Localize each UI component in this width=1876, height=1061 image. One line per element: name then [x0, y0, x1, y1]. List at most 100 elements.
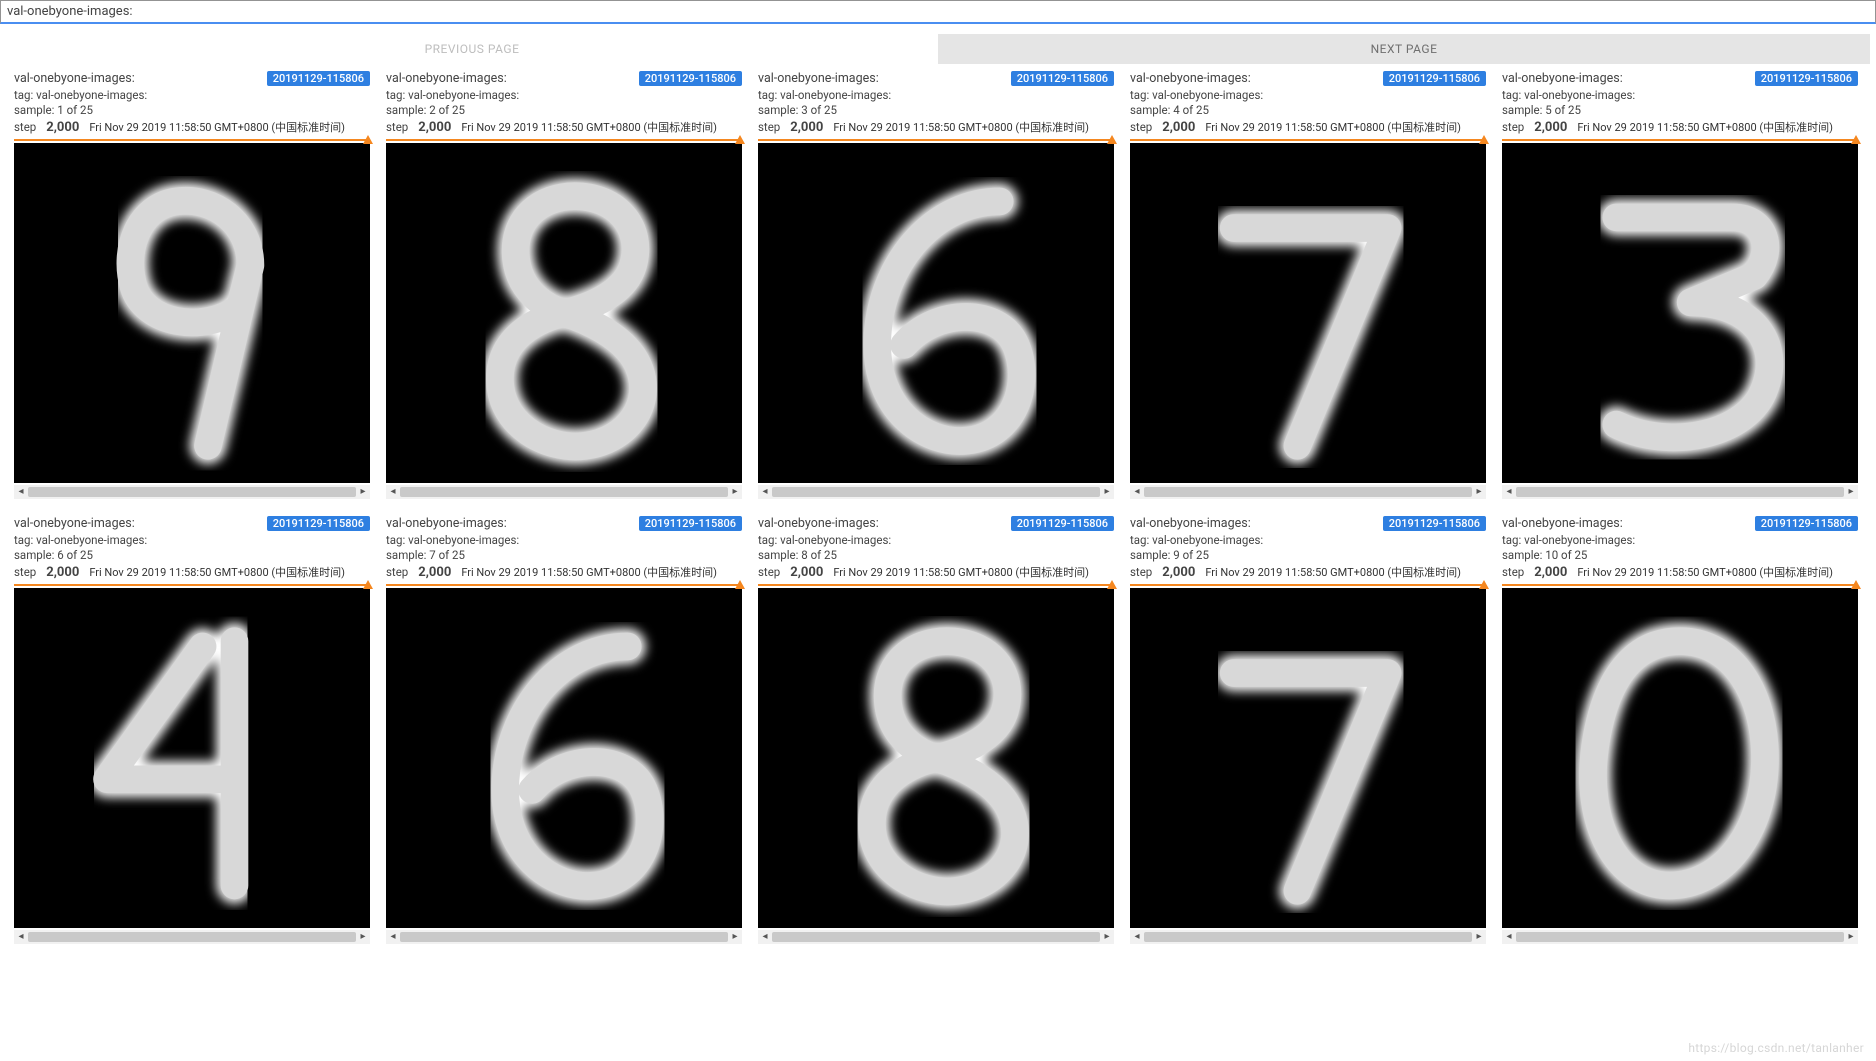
horizontal-scrollbar[interactable]: ◂ ▸	[14, 485, 370, 499]
image-card: 20191129-115806 val-onebyone-images: tag…	[1502, 516, 1858, 944]
scroll-track[interactable]	[400, 932, 728, 942]
scroll-track[interactable]	[28, 932, 356, 942]
step-label: step	[1130, 120, 1152, 134]
scroll-left-icon[interactable]: ◂	[14, 931, 28, 942]
horizontal-scrollbar[interactable]: ◂ ▸	[758, 930, 1114, 944]
scroll-left-icon[interactable]: ◂	[1502, 486, 1516, 497]
scroll-right-icon[interactable]: ▸	[728, 486, 742, 497]
scroll-track[interactable]	[1144, 487, 1472, 497]
scroll-right-icon[interactable]: ▸	[1472, 931, 1486, 942]
step-slider[interactable]	[14, 137, 370, 143]
scroll-left-icon[interactable]: ◂	[1130, 931, 1144, 942]
sample-total: 25	[452, 548, 465, 562]
card-tag-line: tag: val-onebyone-images:	[1502, 88, 1858, 104]
sample-image[interactable]	[14, 143, 370, 483]
scroll-track[interactable]	[772, 487, 1100, 497]
scroll-right-icon[interactable]: ▸	[1100, 931, 1114, 942]
sample-total: 25	[824, 103, 837, 117]
scroll-right-icon[interactable]: ▸	[1844, 486, 1858, 497]
timestamp: Fri Nov 29 2019 11:58:50 GMT+0800 (中国标准时…	[833, 119, 1089, 135]
sample-total: 25	[80, 548, 93, 562]
card-sample-line: sample: 5 of 25	[1502, 103, 1858, 119]
sample-prefix: sample:	[1502, 548, 1545, 562]
scroll-left-icon[interactable]: ◂	[758, 486, 772, 497]
card-tag-line: tag: val-onebyone-images:	[758, 88, 1114, 104]
step-label: step	[758, 565, 780, 579]
sample-image[interactable]	[386, 588, 742, 928]
scroll-right-icon[interactable]: ▸	[728, 931, 742, 942]
run-badge: 20191129-115806	[1383, 71, 1486, 86]
image-card: 20191129-115806 val-onebyone-images: tag…	[14, 71, 370, 499]
sample-image[interactable]	[758, 588, 1114, 928]
scroll-right-icon[interactable]: ▸	[356, 486, 370, 497]
timestamp: Fri Nov 29 2019 11:58:50 GMT+0800 (中国标准时…	[1205, 564, 1461, 580]
step-value: 2,000	[418, 565, 451, 580]
scroll-left-icon[interactable]: ◂	[1130, 486, 1144, 497]
sample-image[interactable]	[386, 143, 742, 483]
scroll-track[interactable]	[1516, 487, 1844, 497]
run-badge: 20191129-115806	[1755, 516, 1858, 531]
scroll-left-icon[interactable]: ◂	[386, 931, 400, 942]
scroll-track[interactable]	[772, 932, 1100, 942]
sample-prefix: sample:	[386, 548, 429, 562]
sample-total: 25	[1196, 548, 1209, 562]
step-row: step 2,000 Fri Nov 29 2019 11:58:50 GMT+…	[1130, 564, 1486, 580]
scroll-left-icon[interactable]: ◂	[758, 931, 772, 942]
sample-image[interactable]	[1130, 588, 1486, 928]
sample-index: 10	[1545, 548, 1558, 562]
sample-of: of	[808, 103, 824, 117]
scroll-right-icon[interactable]: ▸	[1844, 931, 1858, 942]
scroll-left-icon[interactable]: ◂	[14, 486, 28, 497]
step-slider[interactable]	[1130, 582, 1486, 588]
step-slider[interactable]	[14, 582, 370, 588]
card-sample-line: sample: 1 of 25	[14, 103, 370, 119]
step-slider[interactable]	[758, 137, 1114, 143]
scroll-right-icon[interactable]: ▸	[1100, 486, 1114, 497]
step-row: step 2,000 Fri Nov 29 2019 11:58:50 GMT+…	[14, 119, 370, 135]
timestamp: Fri Nov 29 2019 11:58:50 GMT+0800 (中国标准时…	[1577, 119, 1833, 135]
sample-image[interactable]	[1130, 143, 1486, 483]
horizontal-scrollbar[interactable]: ◂ ▸	[1502, 930, 1858, 944]
scroll-right-icon[interactable]: ▸	[356, 931, 370, 942]
step-slider[interactable]	[758, 582, 1114, 588]
horizontal-scrollbar[interactable]: ◂ ▸	[14, 930, 370, 944]
sample-image[interactable]	[1502, 143, 1858, 483]
scroll-track[interactable]	[400, 487, 728, 497]
card-sample-line: sample: 4 of 25	[1130, 103, 1486, 119]
sample-total: 25	[1574, 548, 1587, 562]
card-tag-line: tag: val-onebyone-images:	[1130, 88, 1486, 104]
sample-image[interactable]	[758, 143, 1114, 483]
tag-prefix: tag:	[1130, 88, 1152, 102]
next-page-button[interactable]: NEXT PAGE	[938, 34, 1870, 64]
run-badge: 20191129-115806	[1011, 516, 1114, 531]
card-tag-line: tag: val-onebyone-images:	[1502, 533, 1858, 549]
step-row: step 2,000 Fri Nov 29 2019 11:58:50 GMT+…	[14, 564, 370, 580]
step-slider[interactable]	[1130, 137, 1486, 143]
horizontal-scrollbar[interactable]: ◂ ▸	[758, 485, 1114, 499]
scroll-track[interactable]	[1144, 932, 1472, 942]
tag-value: val-onebyone-images:	[1152, 533, 1263, 547]
sample-total: 25	[824, 548, 837, 562]
scroll-left-icon[interactable]: ◂	[386, 486, 400, 497]
image-card: 20191129-115806 val-onebyone-images: tag…	[1502, 71, 1858, 499]
horizontal-scrollbar[interactable]: ◂ ▸	[1130, 485, 1486, 499]
horizontal-scrollbar[interactable]: ◂ ▸	[386, 930, 742, 944]
scroll-track[interactable]	[1516, 932, 1844, 942]
step-slider[interactable]	[386, 582, 742, 588]
card-sample-line: sample: 7 of 25	[386, 548, 742, 564]
step-slider[interactable]	[1502, 582, 1858, 588]
card-sample-line: sample: 10 of 25	[1502, 548, 1858, 564]
image-card: 20191129-115806 val-onebyone-images: tag…	[1130, 71, 1486, 499]
horizontal-scrollbar[interactable]: ◂ ▸	[1502, 485, 1858, 499]
horizontal-scrollbar[interactable]: ◂ ▸	[1130, 930, 1486, 944]
sample-image[interactable]	[14, 588, 370, 928]
scroll-track[interactable]	[28, 487, 356, 497]
sample-image[interactable]	[1502, 588, 1858, 928]
card-tag-line: tag: val-onebyone-images:	[386, 533, 742, 549]
step-slider[interactable]	[1502, 137, 1858, 143]
scroll-right-icon[interactable]: ▸	[1472, 486, 1486, 497]
timestamp: Fri Nov 29 2019 11:58:50 GMT+0800 (中国标准时…	[833, 564, 1089, 580]
scroll-left-icon[interactable]: ◂	[1502, 931, 1516, 942]
step-slider[interactable]	[386, 137, 742, 143]
horizontal-scrollbar[interactable]: ◂ ▸	[386, 485, 742, 499]
